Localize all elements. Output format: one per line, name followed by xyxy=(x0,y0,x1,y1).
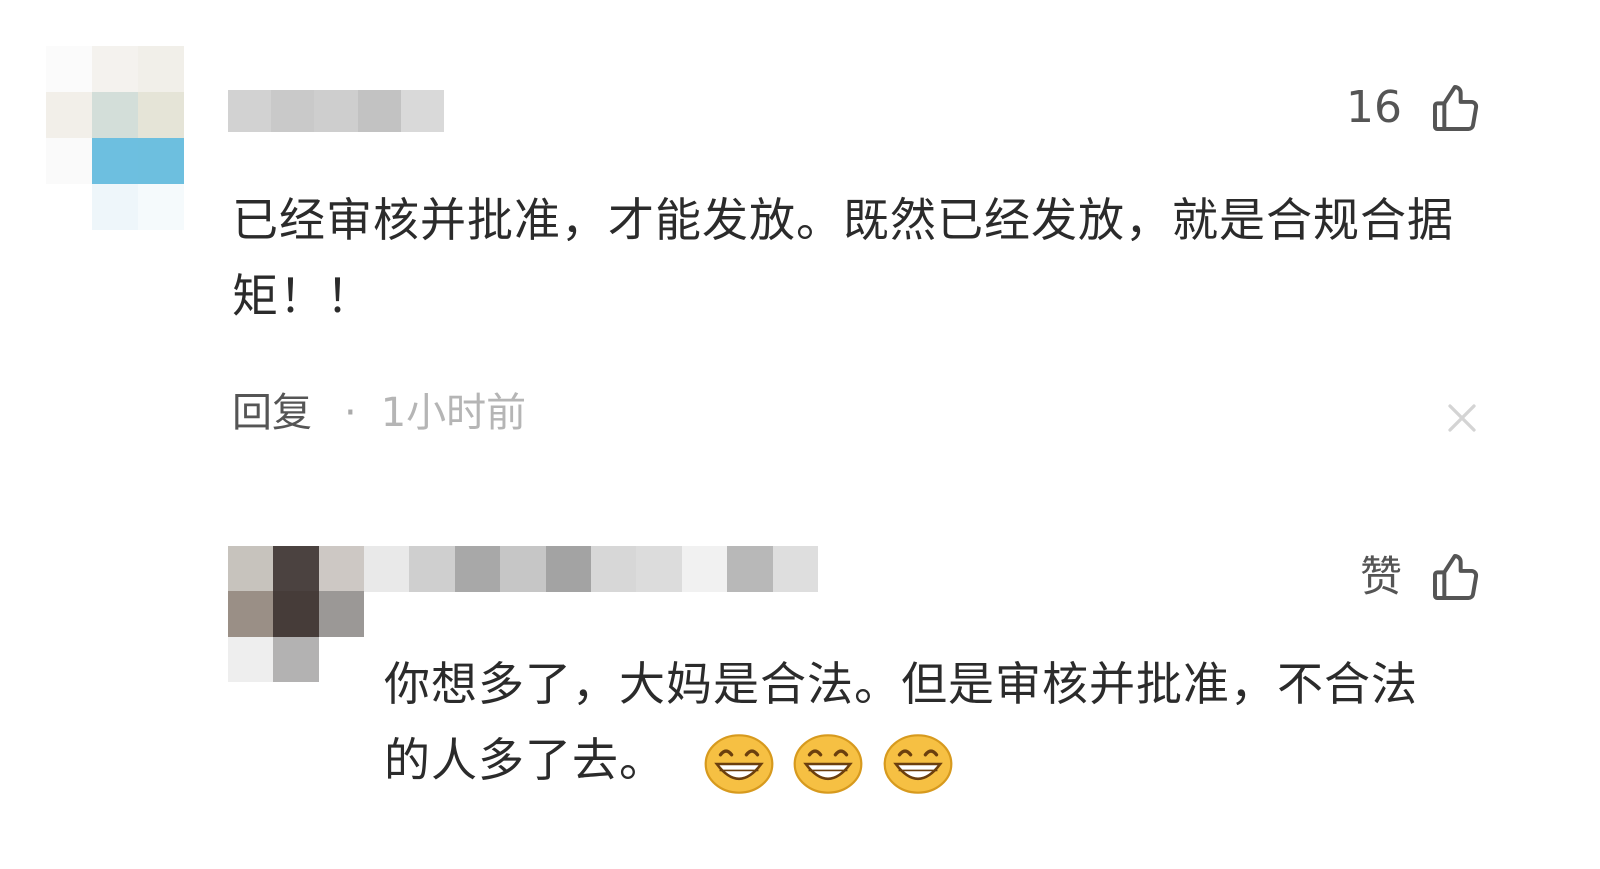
username[interactable] xyxy=(364,546,818,592)
comment-thread: 16 已经审核并批准，才能发放。既然已经发放，就是合规合据矩！！ 回复 · 1小… xyxy=(0,0,1600,869)
grin-emoji-icon xyxy=(704,733,774,794)
thumbs-up-icon xyxy=(1433,554,1479,600)
like-button[interactable]: 赞 xyxy=(1360,549,1484,605)
reply-text-block: 你想多了，大妈是合法。但是审核并批准，不合法的人多了去。 xyxy=(384,646,1464,798)
like-label: 赞 xyxy=(1359,552,1402,601)
like-count: 16 xyxy=(1346,82,1402,133)
avatar[interactable] xyxy=(228,546,364,682)
avatar[interactable] xyxy=(46,46,230,230)
grin-emoji-icon xyxy=(793,733,863,794)
username[interactable] xyxy=(228,90,444,132)
thumbs-up-icon xyxy=(1433,85,1479,131)
comment-meta: 回复 · 1小时前 xyxy=(232,385,526,441)
close-icon[interactable] xyxy=(1444,400,1480,436)
grin-emoji-icon xyxy=(883,733,953,794)
like-button[interactable]: 16 xyxy=(1346,80,1484,136)
separator-dot: · xyxy=(344,390,357,436)
comment-text: 已经审核并批准，才能发放。既然已经发放，就是合规合据矩！！ xyxy=(232,193,1454,323)
emoji-group xyxy=(686,733,955,794)
reply-link[interactable]: 回复 xyxy=(232,385,312,441)
timestamp: 1小时前 xyxy=(380,390,527,436)
